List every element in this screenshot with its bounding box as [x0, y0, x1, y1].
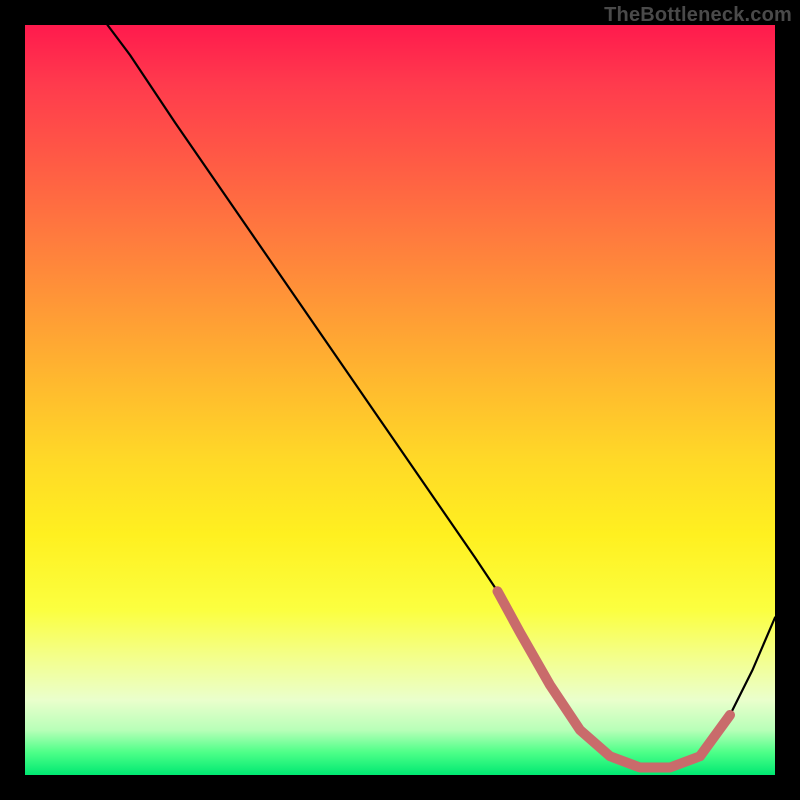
- plot-area: [25, 25, 775, 775]
- chart-frame: TheBottleneck.com: [0, 0, 800, 800]
- watermark-text: TheBottleneck.com: [604, 4, 792, 27]
- valley-highlight: [498, 591, 731, 767]
- main-curve: [108, 25, 776, 768]
- curve-svg: [25, 25, 775, 775]
